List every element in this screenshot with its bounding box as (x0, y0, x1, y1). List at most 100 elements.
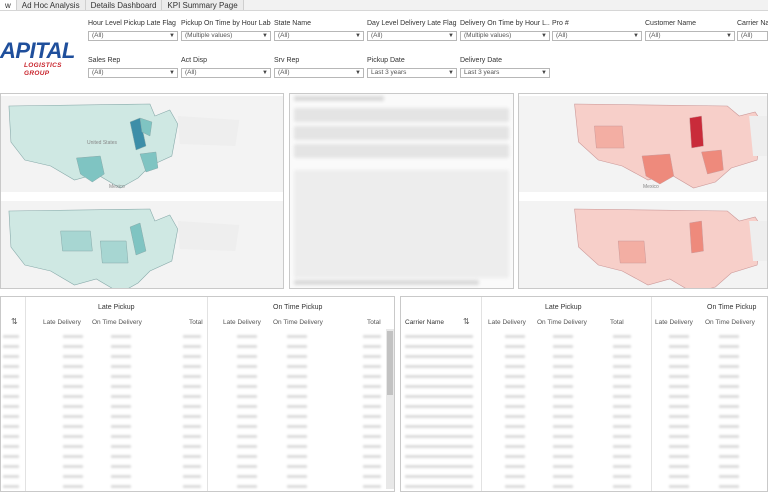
blurred-cell (363, 365, 381, 368)
column-divider (651, 297, 652, 491)
col-total[interactable]: Total (610, 319, 624, 326)
blurred-cell (405, 425, 473, 428)
blurred-cell (237, 435, 257, 438)
blurred-cell (237, 455, 257, 458)
blurred-cell (183, 355, 201, 358)
blurred-cell (237, 465, 257, 468)
filter-dropdown[interactable]: (All) ▼ (552, 31, 642, 41)
filter-delivery-on-time-hour: Delivery On Time by Hour L... (Multiple v… (460, 20, 550, 41)
blurred-cell (553, 345, 573, 348)
us-map-delivery-top[interactable]: Mexico (519, 96, 767, 192)
column-divider (207, 297, 208, 491)
blurred-cell (111, 335, 131, 338)
tab-overview[interactable]: w (0, 0, 17, 10)
blurred-cell (719, 445, 739, 448)
col-on-time-delivery[interactable]: On Time Delivery (537, 319, 587, 326)
blurred-cell (553, 445, 573, 448)
blurred-cell (237, 375, 257, 378)
blurred-cell (183, 465, 201, 468)
filter-dropdown[interactable]: (All) ▼ (645, 31, 735, 41)
blurred-cell (613, 335, 631, 338)
blurred-cell (505, 415, 525, 418)
filter-dropdown[interactable]: Last 3 years ▼ (367, 68, 457, 78)
blurred-row (294, 108, 509, 122)
blurred-cell (553, 455, 573, 458)
scrollbar-thumb[interactable] (387, 331, 393, 395)
blurred-cell (3, 485, 19, 488)
column-divider (25, 297, 26, 491)
blurred-cell (3, 365, 19, 368)
col-carrier-name[interactable]: Carrier Name (405, 319, 444, 326)
col-late-delivery[interactable]: Late Delivery (655, 319, 693, 326)
blurred-row (294, 144, 509, 158)
blurred-cell (63, 395, 83, 398)
blurred-cell (363, 485, 381, 488)
pickup-maps-panel: United States Mexico Mexico (0, 93, 284, 289)
col-on-time-delivery[interactable]: On Time Delivery (705, 319, 755, 326)
blurred-cell (719, 425, 739, 428)
blurred-cell (405, 395, 473, 398)
tab-ad-hoc-analysis[interactable]: Ad Hoc Analysis (16, 0, 86, 10)
sort-icon[interactable]: ⇅ (11, 317, 18, 326)
blurred-cell (719, 385, 739, 388)
col-on-time-delivery[interactable]: On Time Delivery (92, 319, 142, 326)
filter-dropdown[interactable]: (All) ▼ (181, 68, 271, 78)
blurred-cell (3, 345, 19, 348)
filter-dropdown[interactable]: (Multiple values) ▼ (181, 31, 271, 41)
col-late-delivery[interactable]: Late Delivery (223, 319, 261, 326)
blurred-cell (3, 335, 19, 338)
col-total[interactable]: Total (189, 319, 203, 326)
blurred-cell (669, 425, 689, 428)
blurred-cell (111, 405, 131, 408)
col-late-delivery[interactable]: Late Delivery (488, 319, 526, 326)
filter-dropdown[interactable]: (Multiple values) ▼ (460, 31, 550, 41)
blurred-cell (405, 355, 473, 358)
blurred-cell (3, 355, 19, 358)
chevron-down-icon: ▼ (169, 33, 175, 39)
chevron-down-icon: ▼ (262, 70, 268, 76)
blurred-cell (237, 425, 257, 428)
blurred-cell (111, 385, 131, 388)
filter-srv-rep: Srv Rep (All) ▼ (274, 56, 364, 78)
tab-kpi-summary[interactable]: KPI Summary Page (162, 0, 244, 10)
map-mexico-label: Mexico (643, 184, 659, 190)
group-header-late-pickup: Late Pickup (98, 304, 135, 311)
col-on-time-delivery[interactable]: On Time Delivery (273, 319, 323, 326)
blurred-cell (111, 435, 131, 438)
blurred-cell (3, 435, 19, 438)
blurred-cell (505, 405, 525, 408)
blurred-cell (505, 335, 525, 338)
blurred-cell (287, 365, 307, 368)
blurred-cell (363, 415, 381, 418)
us-map-pickup-bottom[interactable]: Mexico (1, 201, 283, 288)
filter-dropdown[interactable]: (All) ▼ (88, 68, 178, 78)
blurred-cell (3, 395, 19, 398)
blurred-cell (63, 365, 83, 368)
filter-dropdown[interactable]: (All) ▼ (274, 68, 364, 78)
blurred-cell (669, 475, 689, 478)
filter-dropdown[interactable]: (All) (737, 31, 768, 41)
blurred-cell (111, 345, 131, 348)
blurred-cell (363, 445, 381, 448)
blurred-cell (553, 375, 573, 378)
blurred-cell (719, 375, 739, 378)
filter-dropdown[interactable]: (All) ▼ (274, 31, 364, 41)
col-late-delivery[interactable]: Late Delivery (43, 319, 81, 326)
filter-dropdown[interactable]: (All) ▼ (88, 31, 178, 41)
us-map-pickup-top[interactable]: United States Mexico (1, 96, 283, 192)
blurred-cell (63, 435, 83, 438)
filter-dropdown[interactable]: (All) ▼ (367, 31, 457, 41)
sort-icon[interactable]: ⇅ (463, 317, 470, 326)
tab-details-dashboard[interactable]: Details Dashboard (85, 0, 163, 10)
us-map-delivery-bottom[interactable] (519, 201, 767, 288)
blurred-cell (287, 345, 307, 348)
blurred-cell (183, 405, 201, 408)
blurred-cell (183, 475, 201, 478)
col-total[interactable]: Total (367, 319, 381, 326)
blurred-cell (63, 455, 83, 458)
blurred-cell (237, 365, 257, 368)
filter-dropdown[interactable]: Last 3 years ▼ (460, 68, 550, 78)
blurred-cell (183, 395, 201, 398)
blurred-cell (669, 465, 689, 468)
chevron-down-icon: ▼ (541, 33, 547, 39)
